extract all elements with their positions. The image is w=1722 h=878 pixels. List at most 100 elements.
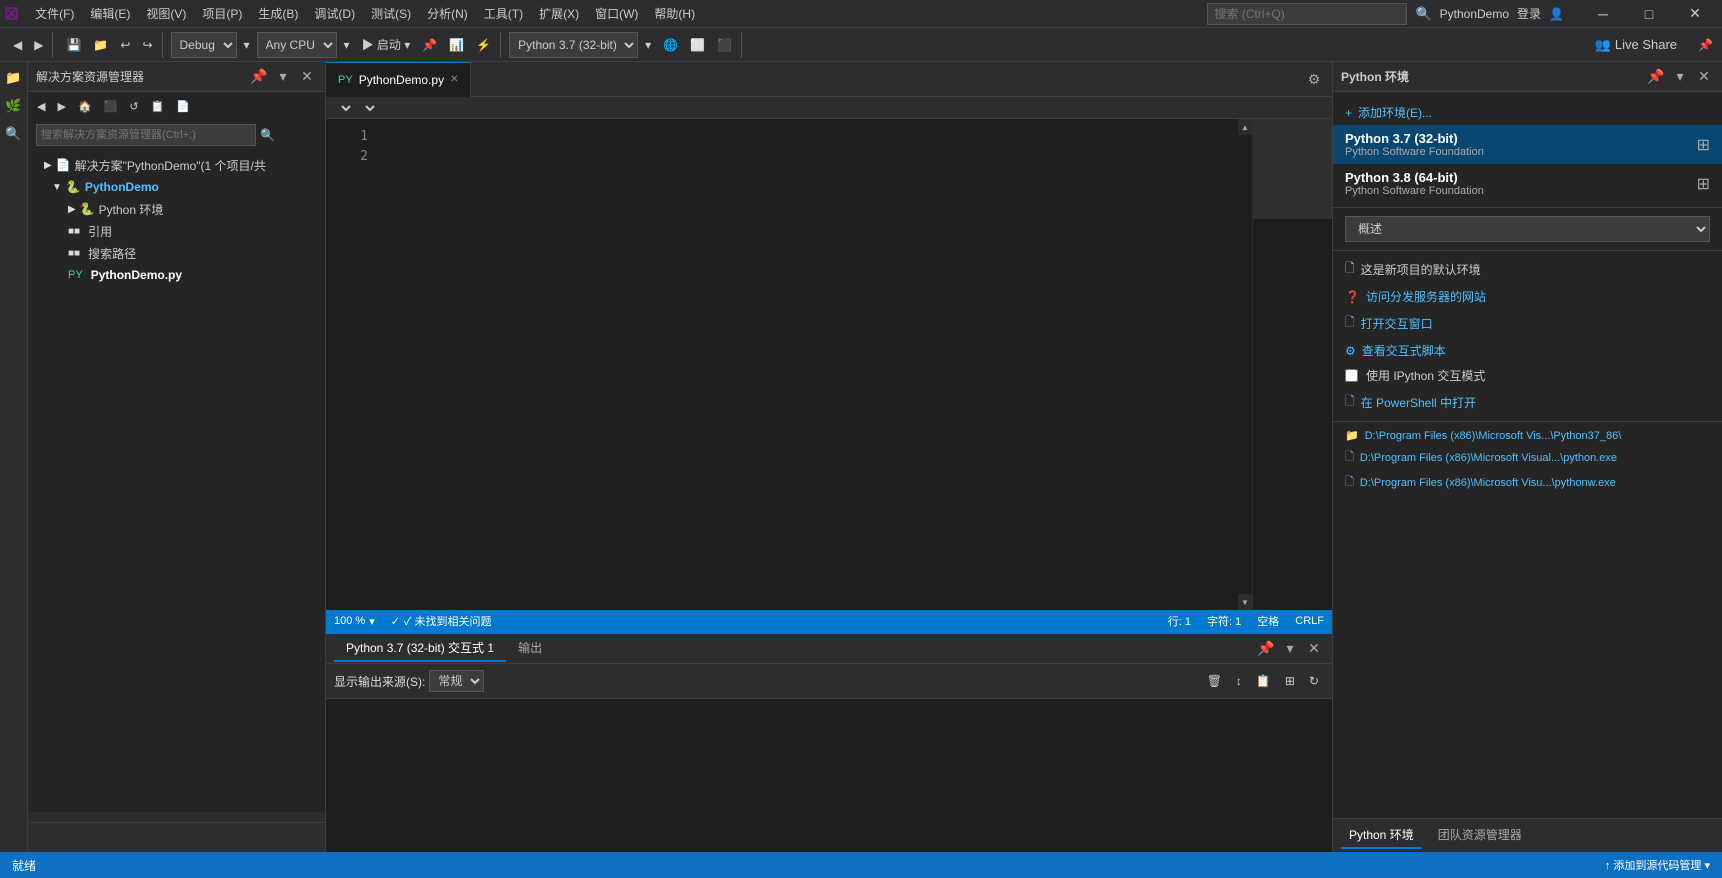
- output-extra-btn1[interactable]: ⊞: [1280, 668, 1300, 694]
- editor-nav-dropdown2[interactable]: [358, 101, 378, 115]
- attach-button[interactable]: 📌: [417, 32, 442, 58]
- env-close-icon[interactable]: ✕: [1694, 67, 1714, 87]
- output-wrap-btn[interactable]: ↕: [1231, 668, 1247, 694]
- env-view-scripts-action[interactable]: ⚙ 查看交互式脚本: [1333, 338, 1722, 363]
- env-open-interactive-action[interactable]: 🗋 打开交互窗口: [1333, 309, 1722, 338]
- debug-dropdown-arrow[interactable]: ▾: [239, 32, 255, 58]
- output-tab-output[interactable]: 输出: [506, 635, 554, 662]
- bottom-status-right-label[interactable]: ↑ 添加到源代码管理 ▾: [1605, 857, 1710, 873]
- back-button[interactable]: ◀: [8, 32, 27, 58]
- env-pin-icon[interactable]: 📌: [1646, 67, 1666, 87]
- output-tab-interactive[interactable]: Python 3.7 (32-bit) 交互式 1: [334, 635, 506, 662]
- sidebar-search-input[interactable]: [36, 124, 256, 146]
- sidebar-close-icon[interactable]: ✕: [297, 67, 317, 87]
- python-settings-button[interactable]: ⬜: [685, 32, 710, 58]
- menu-project[interactable]: 项目(P): [194, 3, 250, 24]
- output-chevron-icon[interactable]: ▾: [1280, 639, 1300, 659]
- footer-tab-team[interactable]: 团队资源管理器: [1430, 822, 1530, 849]
- menu-analyze[interactable]: 分析(N): [419, 3, 476, 24]
- add-environment-button[interactable]: + 添加环境(E)...: [1333, 100, 1722, 125]
- output-close-icon[interactable]: ✕: [1304, 639, 1324, 659]
- file-path-2[interactable]: 🗋 D:\Program Files (x86)\Microsoft Visua…: [1333, 445, 1722, 470]
- menu-test[interactable]: 测试(S): [363, 3, 419, 24]
- python-extra-btn[interactable]: ⬛: [712, 32, 737, 58]
- sb-forward-btn[interactable]: ▶: [52, 93, 70, 119]
- env-item-python38[interactable]: Python 3.8 (64-bit) Python Software Foun…: [1333, 164, 1722, 203]
- menu-window[interactable]: 窗口(W): [587, 3, 646, 24]
- tree-search-paths[interactable]: ■■ 搜索路径: [28, 242, 325, 264]
- sb-properties-btn[interactable]: 📄: [171, 93, 195, 119]
- sidebar-scrollbar-h[interactable]: [28, 812, 325, 822]
- login-button[interactable]: 登录: [1517, 5, 1541, 22]
- file-path-3[interactable]: 🗋 D:\Program Files (x86)\Microsoft Visu.…: [1333, 470, 1722, 495]
- menu-tools[interactable]: 工具(T): [476, 3, 531, 24]
- python-version-dropdown[interactable]: Python 3.7 (32-bit): [509, 32, 638, 58]
- pin-button[interactable]: 📌: [1693, 32, 1718, 58]
- sb-extra-btn[interactable]: ⬛: [99, 93, 123, 119]
- sb-back-btn[interactable]: ◀: [32, 93, 50, 119]
- sidebar-chevron-icon[interactable]: ▾: [273, 67, 293, 87]
- activity-search[interactable]: 🔍: [2, 122, 26, 146]
- code-editor[interactable]: [376, 119, 1238, 610]
- editor-nav-dropdown1[interactable]: [334, 101, 354, 115]
- output-source-dropdown[interactable]: 常规: [429, 670, 484, 692]
- menu-edit[interactable]: 编辑(E): [82, 3, 138, 24]
- env-overview-dropdown[interactable]: 概述: [1345, 216, 1710, 242]
- profiler-button[interactable]: 📊: [444, 32, 469, 58]
- zoom-status[interactable]: 100 % ▾: [334, 615, 375, 628]
- save-button[interactable]: 💾: [61, 32, 86, 58]
- output-clear-btn[interactable]: 🗑: [1202, 668, 1227, 694]
- platform-dropdown[interactable]: Any CPU: [257, 32, 337, 58]
- output-extra-btn2[interactable]: ↻: [1304, 668, 1324, 694]
- output-content[interactable]: [326, 699, 1332, 852]
- tree-solution[interactable]: ▶ 📄 解决方案"PythonDemo"(1 个项目/共: [28, 154, 325, 176]
- menu-debug[interactable]: 调试(D): [306, 3, 363, 24]
- env-open-powershell-action[interactable]: 🗋 在 PowerShell 中打开: [1333, 388, 1722, 417]
- redo-button[interactable]: ↪: [137, 32, 157, 58]
- output-copy-btn[interactable]: 📋: [1251, 668, 1276, 694]
- sb-copy-btn[interactable]: 📋: [146, 93, 170, 119]
- footer-tab-python-env[interactable]: Python 环境: [1341, 822, 1422, 849]
- sb-refresh-btn[interactable]: ↺: [124, 93, 143, 119]
- toolbar-extra-btn[interactable]: ⚡: [471, 32, 496, 58]
- platform-dropdown-arrow[interactable]: ▾: [339, 32, 355, 58]
- menu-help[interactable]: 帮助(H): [646, 3, 703, 24]
- menu-extensions[interactable]: 扩展(X): [531, 3, 587, 24]
- python-dropdown-arrow[interactable]: ▾: [640, 32, 656, 58]
- menu-build[interactable]: 生成(B): [250, 3, 306, 24]
- tree-project[interactable]: ▼ 🐍 PythonDemo: [28, 176, 325, 198]
- activity-solution-explorer[interactable]: 📁: [2, 66, 26, 90]
- minimize-button[interactable]: ─: [1580, 0, 1626, 28]
- sidebar-search-icon[interactable]: 🔍: [260, 128, 275, 142]
- live-share-button[interactable]: 👥 Live Share: [1587, 35, 1685, 55]
- env-chevron-icon[interactable]: ▾: [1670, 67, 1690, 87]
- close-button[interactable]: ✕: [1672, 0, 1718, 28]
- ipython-checkbox[interactable]: [1345, 369, 1358, 382]
- editor-tab-pythondemo[interactable]: PY PythonDemo.py ✕: [326, 62, 471, 97]
- tab-close-icon[interactable]: ✕: [450, 74, 458, 85]
- tab-bar-gear-icon[interactable]: ⚙: [1304, 69, 1324, 89]
- debug-config-dropdown[interactable]: Debug: [171, 32, 237, 58]
- scroll-down-button[interactable]: ▼: [1238, 594, 1252, 610]
- forward-button[interactable]: ▶: [29, 32, 48, 58]
- python-env-button[interactable]: 🌐: [658, 32, 683, 58]
- maximize-button[interactable]: □: [1626, 0, 1672, 28]
- menu-view[interactable]: 视图(V): [138, 3, 194, 24]
- start-button[interactable]: ▶ 启动 ▾: [357, 32, 416, 58]
- menu-file[interactable]: 文件(F): [27, 3, 82, 24]
- tree-python-env[interactable]: ▶ 🐍 Python 环境: [28, 198, 325, 220]
- scroll-up-button[interactable]: ▲: [1238, 119, 1252, 135]
- sb-home-btn[interactable]: 🏠: [73, 93, 97, 119]
- global-search-input[interactable]: [1207, 3, 1407, 25]
- env-item-37-settings-icon[interactable]: ⊞: [1697, 135, 1710, 155]
- env-visit-server-action[interactable]: ❓ 访问分发服务器的网站: [1333, 284, 1722, 309]
- save-all-button[interactable]: 📁: [88, 32, 113, 58]
- output-pin-icon[interactable]: 📌: [1256, 639, 1276, 659]
- activity-git[interactable]: 🌿: [2, 94, 26, 118]
- tree-file[interactable]: PY PythonDemo.py: [28, 264, 325, 286]
- undo-button[interactable]: ↩: [115, 32, 135, 58]
- sidebar-pin-icon[interactable]: 📌: [249, 67, 269, 87]
- file-path-1[interactable]: 📁 D:\Program Files (x86)\Microsoft Vis..…: [1333, 426, 1722, 445]
- tree-references[interactable]: ■■ 引用: [28, 220, 325, 242]
- env-item-python37[interactable]: Python 3.7 (32-bit) Python Software Foun…: [1333, 125, 1722, 164]
